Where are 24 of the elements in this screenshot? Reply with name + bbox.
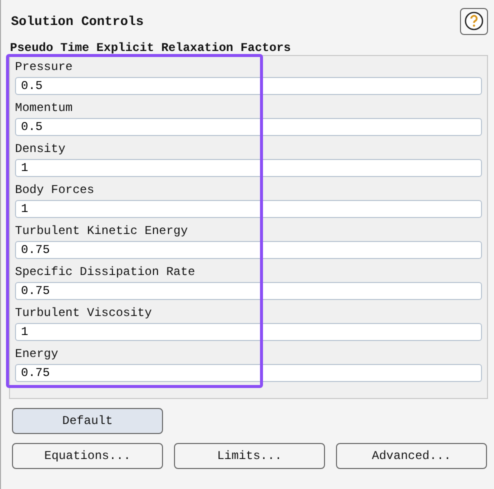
action-button[interactable]: Advanced... <box>336 443 487 469</box>
action-button[interactable]: Limits... <box>174 443 325 469</box>
field-label: Specific Dissipation Rate <box>15 264 196 280</box>
input-field[interactable]: 0.75 <box>15 241 482 259</box>
input-field[interactable]: 0.75 <box>15 364 482 382</box>
group-label: Pseudo Time Explicit Relaxation Factors <box>10 42 292 54</box>
field-label: Pressure <box>15 59 74 75</box>
help-button[interactable] <box>460 8 488 34</box>
input-field[interactable]: 0.5 <box>15 118 482 136</box>
field-label: Body Forces <box>15 182 96 198</box>
input-field[interactable]: 1 <box>15 323 482 341</box>
field-label: Momentum <box>15 100 74 116</box>
field-label: Energy <box>15 346 60 362</box>
field-label: Density <box>15 141 66 157</box>
default-button[interactable]: Default <box>12 408 163 434</box>
field-label: Turbulent Viscosity <box>15 305 153 321</box>
help-icon <box>464 11 484 31</box>
field-label: Turbulent Kinetic Energy <box>15 223 189 239</box>
action-button[interactable]: Equations... <box>12 443 163 469</box>
input-field[interactable]: 1 <box>15 200 482 218</box>
input-field[interactable]: 0.75 <box>15 282 482 300</box>
input-field[interactable]: 0.5 <box>15 77 482 95</box>
input-field[interactable]: 1 <box>15 159 482 177</box>
panel-title: Solution Controls <box>11 14 144 28</box>
